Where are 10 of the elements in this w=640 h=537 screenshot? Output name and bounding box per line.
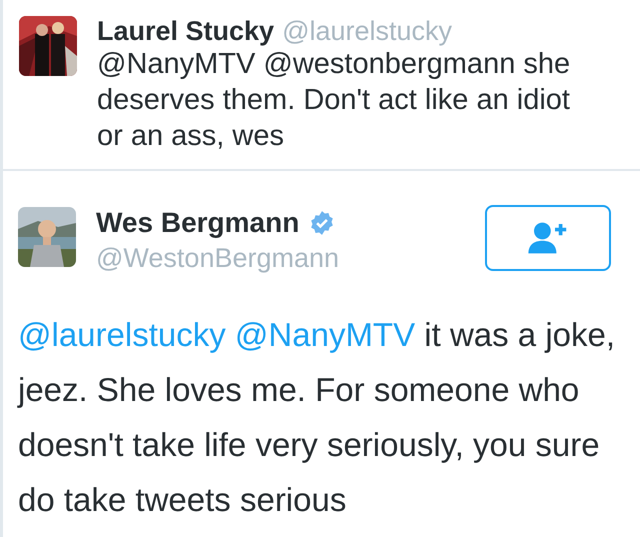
follow-button[interactable] bbox=[485, 205, 611, 271]
user-handle: @laurelstucky bbox=[282, 16, 452, 47]
add-user-icon bbox=[527, 221, 569, 255]
tweet-text: @NanyMTV @westonbergmann she deserves them. Don't act like an idiot or an ass, wes bbox=[97, 47, 572, 154]
mention-link[interactable]: @NanyMTV bbox=[234, 316, 416, 353]
user-handle: @WestonBergmann bbox=[96, 243, 340, 274]
user-name: Wes Bergmann bbox=[96, 207, 300, 239]
user-name: Laurel Stucky bbox=[97, 16, 274, 47]
mention-link[interactable]: @laurelstucky bbox=[18, 316, 226, 353]
tweet-text: @laurelstucky @NanyMTV it was a joke, jeez. She loves me. For someone who doesn't take life very seriously, you sure do take tweets serious bbox=[18, 315, 616, 520]
